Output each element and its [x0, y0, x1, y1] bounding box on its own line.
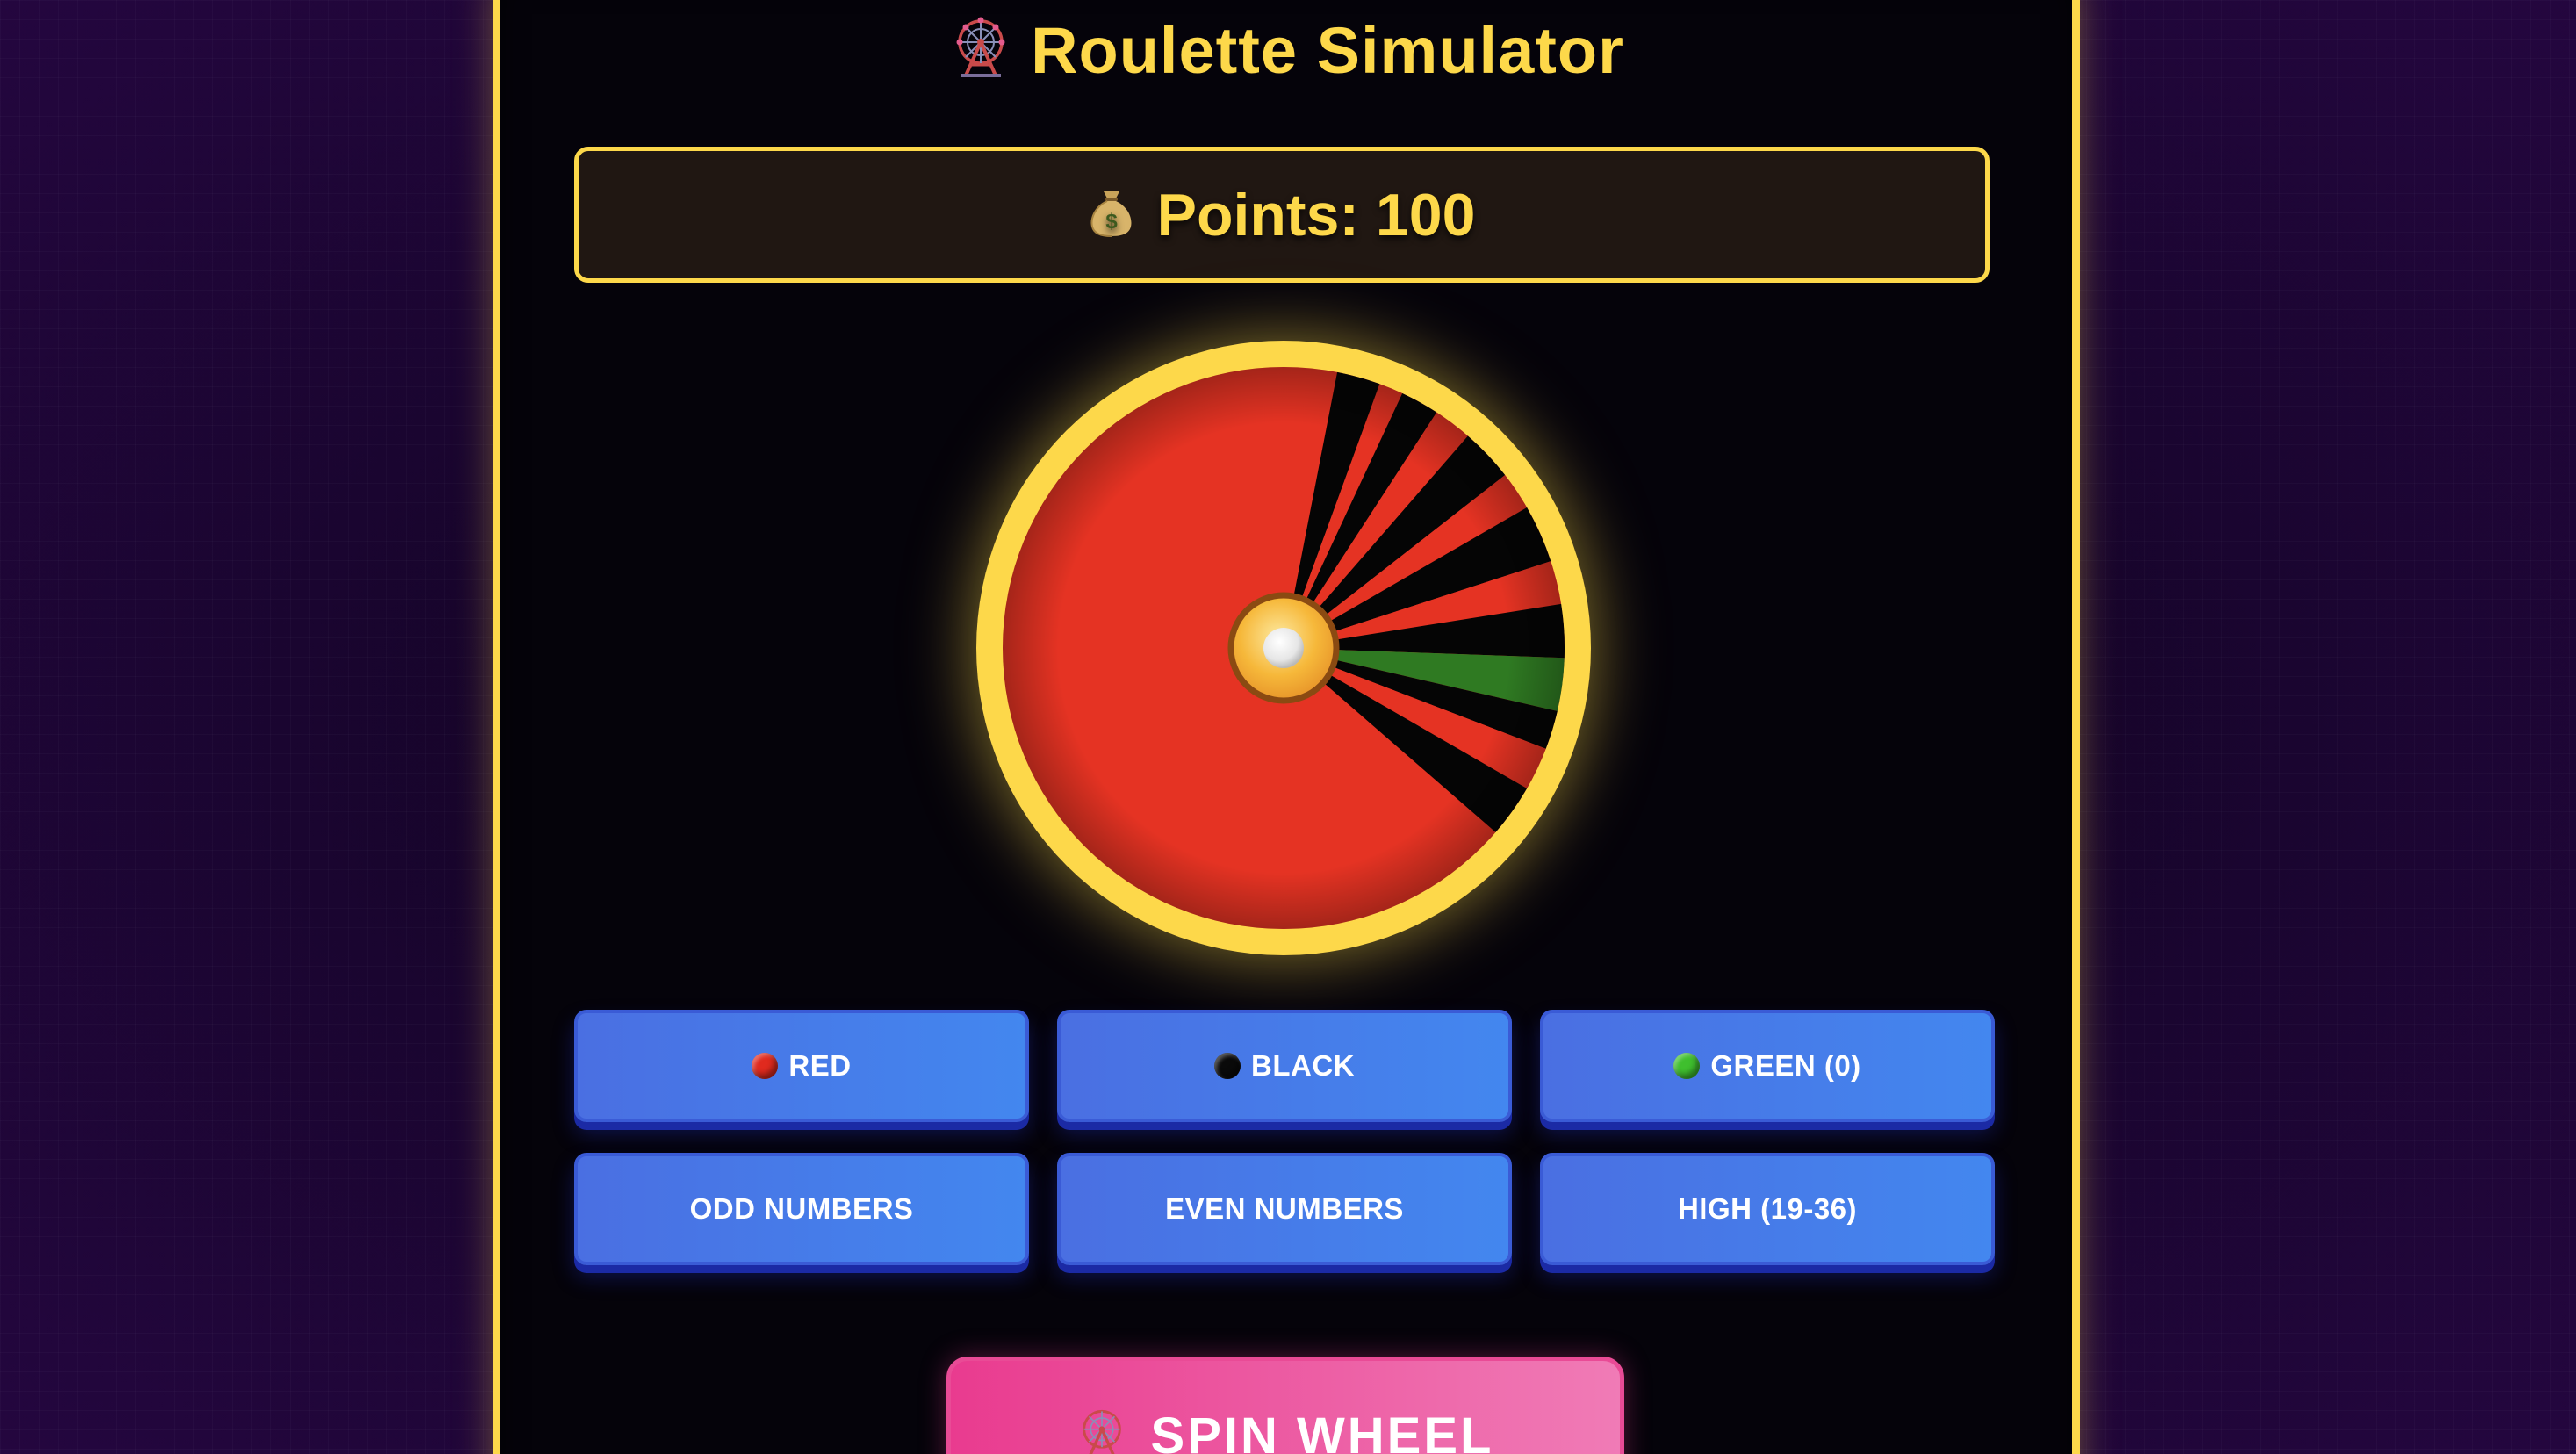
bet-high-button[interactable]: HIGH (19-36)	[1540, 1153, 1995, 1265]
svg-text:$: $	[1105, 210, 1118, 234]
bet-odd-label: ODD NUMBERS	[689, 1192, 914, 1225]
bet-even-label: EVEN NUMBERS	[1165, 1192, 1404, 1225]
green-ball-icon	[1673, 1053, 1701, 1079]
roulette-wheel	[976, 341, 1591, 955]
spin-wheel-label: SPIN WHEEL	[1150, 1407, 1494, 1454]
spin-wheel-button[interactable]: SPIN WHEEL	[946, 1357, 1624, 1454]
bet-odd-button[interactable]: ODD NUMBERS	[574, 1153, 1029, 1265]
bet-green-label: GREEN (0)	[1710, 1049, 1861, 1082]
bet-red-label: RED	[788, 1049, 852, 1082]
page-title: Roulette Simulator	[0, 7, 2576, 99]
bet-black-button[interactable]: BLACK	[1057, 1010, 1512, 1122]
bet-even-button[interactable]: EVEN NUMBERS	[1057, 1153, 1512, 1265]
bet-high-label: HIGH (19-36)	[1677, 1192, 1858, 1225]
bet-red-button[interactable]: RED	[574, 1010, 1029, 1122]
red-ball-icon	[752, 1053, 779, 1079]
ferris-wheel-icon	[1077, 1407, 1126, 1454]
money-bag-icon: $	[1089, 184, 1134, 245]
points-label: Points: 100	[1156, 181, 1476, 248]
ferris-wheel-icon	[952, 11, 1010, 99]
points-display: $ Points: 100	[574, 147, 1990, 283]
roulette-wheel-graphic	[976, 341, 1591, 955]
title-text: Roulette Simulator	[1031, 14, 1624, 87]
bet-black-label: BLACK	[1251, 1049, 1355, 1082]
bet-green-button[interactable]: GREEN (0)	[1540, 1010, 1995, 1122]
black-ball-icon	[1214, 1053, 1241, 1079]
roulette-ball	[1263, 628, 1304, 668]
